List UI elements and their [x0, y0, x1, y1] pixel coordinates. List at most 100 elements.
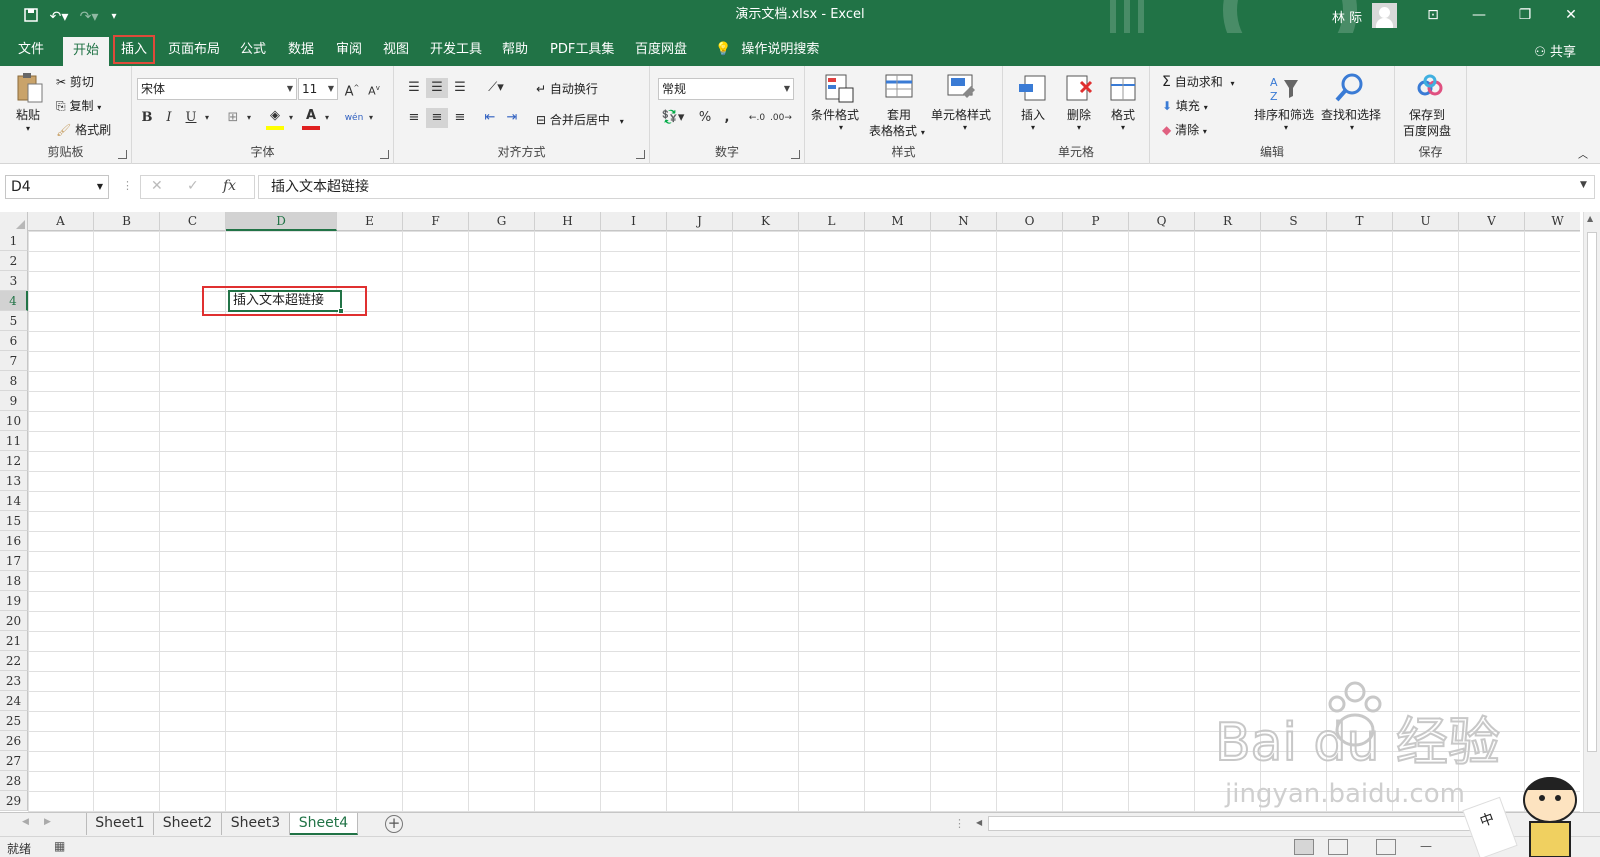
row-header-11[interactable]: 11	[0, 431, 28, 451]
row-header-27[interactable]: 27	[0, 751, 28, 771]
italic-button[interactable]: I	[160, 108, 178, 128]
number-format-select[interactable]: 常规 ▼	[658, 78, 794, 100]
paste-button[interactable]: 粘贴	[16, 106, 40, 123]
decrease-font-icon[interactable]: Av	[364, 78, 384, 102]
orientation-icon[interactable]: ⟋▾	[482, 78, 510, 98]
page-layout-view-icon[interactable]	[1328, 839, 1348, 855]
sheet-tab-1[interactable]: Sheet1	[86, 813, 154, 835]
column-header-w[interactable]: W	[1525, 212, 1580, 231]
sheet-tab-3[interactable]: Sheet3	[222, 813, 290, 835]
row-header-26[interactable]: 26	[0, 731, 28, 751]
sort-filter-dropdown-icon[interactable]: ▾	[1284, 123, 1288, 132]
zoom-out-icon[interactable]: —	[1420, 839, 1432, 853]
alignment-launcher-icon[interactable]	[636, 150, 645, 159]
row-header-4[interactable]: 4	[0, 291, 28, 311]
column-header-q[interactable]: Q	[1129, 212, 1195, 231]
close-icon[interactable]: ✕	[1548, 0, 1594, 33]
normal-view-icon[interactable]	[1294, 839, 1314, 855]
increase-indent-icon[interactable]: ⇥	[502, 108, 522, 128]
row-header-29[interactable]: 29	[0, 791, 28, 811]
row-header-18[interactable]: 18	[0, 571, 28, 591]
column-header-n[interactable]: N	[931, 212, 997, 231]
insert-function-icon[interactable]: fx	[223, 178, 236, 194]
tab-pdf-tools[interactable]: PDF工具集	[540, 33, 624, 66]
column-header-u[interactable]: U	[1393, 212, 1459, 231]
fill-color-dropdown-icon[interactable]: ▾	[286, 108, 296, 128]
sheet-tab-4[interactable]: Sheet4	[290, 813, 358, 835]
column-header-g[interactable]: G	[469, 212, 535, 231]
row-header-25[interactable]: 25	[0, 711, 28, 731]
cut-button[interactable]: ✂ 剪切	[56, 73, 94, 90]
borders-dropdown-icon[interactable]: ▾	[244, 108, 254, 128]
borders-icon[interactable]: ⊞	[224, 108, 242, 128]
row-header-2[interactable]: 2	[0, 251, 28, 271]
column-header-c[interactable]: C	[160, 212, 226, 231]
format-painter-button[interactable]: 🖌 格式刷	[56, 121, 111, 138]
phonetic-icon[interactable]: wén	[342, 108, 366, 128]
column-header-d[interactable]: D	[226, 212, 337, 231]
row-header-20[interactable]: 20	[0, 611, 28, 631]
decrease-indent-icon[interactable]: ⇤	[480, 108, 500, 128]
align-left-icon[interactable]: ≡	[404, 108, 424, 128]
minimize-icon[interactable]: —	[1456, 0, 1502, 33]
cancel-icon[interactable]: ✕	[151, 178, 163, 194]
row-header-1[interactable]: 1	[0, 231, 28, 251]
comma-button[interactable]: ,	[718, 108, 736, 128]
page-break-view-icon[interactable]	[1376, 839, 1396, 855]
cell-area[interactable]	[28, 231, 1580, 812]
row-header-14[interactable]: 14	[0, 491, 28, 511]
enter-icon[interactable]: ✓	[187, 178, 199, 194]
row-header-24[interactable]: 24	[0, 691, 28, 711]
row-header-10[interactable]: 10	[0, 411, 28, 431]
align-top-icon[interactable]: ☰	[404, 78, 424, 98]
row-header-9[interactable]: 9	[0, 391, 28, 411]
formula-bar-splitter-icon[interactable]: ⋮	[122, 179, 133, 192]
add-sheet-icon[interactable]: +	[385, 815, 403, 833]
fill-handle[interactable]	[338, 308, 344, 314]
row-header-16[interactable]: 16	[0, 531, 28, 551]
expand-formula-icon[interactable]: ▼	[1580, 180, 1587, 190]
next-sheet-icon[interactable]: ▶	[44, 817, 51, 827]
decrease-decimal-icon[interactable]: .00→	[770, 108, 792, 128]
increase-decimal-icon[interactable]: ←.0	[746, 108, 768, 128]
align-right-icon[interactable]: ≡	[450, 108, 470, 128]
font-name-select[interactable]: 宋体 ▼	[137, 78, 297, 100]
user-name[interactable]: 林 际	[1332, 7, 1362, 26]
restore-icon[interactable]: ❐	[1502, 0, 1548, 33]
tab-data[interactable]: 数据	[278, 33, 324, 66]
wrap-text-button[interactable]: ↵ 自动换行	[536, 80, 598, 97]
autosum-button[interactable]: Σ 自动求和 ▾	[1162, 73, 1235, 90]
accounting-format-icon[interactable]: 💱▾	[658, 108, 688, 128]
delete-cells-button[interactable]: 删除	[1067, 106, 1091, 123]
row-header-6[interactable]: 6	[0, 331, 28, 351]
increase-font-icon[interactable]: A^	[342, 78, 362, 102]
ribbon-display-icon[interactable]: ⊡	[1410, 0, 1456, 33]
column-header-v[interactable]: V	[1459, 212, 1525, 231]
column-header-j[interactable]: J	[667, 212, 733, 231]
tab-home[interactable]: 开始	[63, 37, 110, 66]
horizontal-scrollbar[interactable]	[988, 816, 1488, 831]
tab-baidu-netdisk[interactable]: 百度网盘	[625, 33, 697, 66]
column-header-r[interactable]: R	[1195, 212, 1261, 231]
vertical-scrollbar[interactable]: ▲	[1583, 212, 1600, 812]
row-header-13[interactable]: 13	[0, 471, 28, 491]
copy-button[interactable]: ⎘ 复制 ▾	[56, 97, 101, 114]
font-color-icon[interactable]: A	[302, 106, 320, 130]
phonetic-dropdown-icon[interactable]: ▾	[366, 108, 376, 128]
fill-button[interactable]: ⬇ 填充 ▾	[1162, 97, 1208, 114]
format-dropdown-icon[interactable]: ▾	[1121, 123, 1125, 132]
column-header-s[interactable]: S	[1261, 212, 1327, 231]
row-header-21[interactable]: 21	[0, 631, 28, 651]
delete-dropdown-icon[interactable]: ▾	[1077, 123, 1081, 132]
column-header-i[interactable]: I	[601, 212, 667, 231]
format-as-table-button[interactable]: 表格格式 ▾	[869, 122, 925, 139]
share-button[interactable]: ⚇ 共享	[1534, 41, 1576, 60]
align-bottom-icon[interactable]: ☰	[450, 78, 470, 98]
column-header-l[interactable]: L	[799, 212, 865, 231]
vertical-scroll-thumb[interactable]	[1587, 232, 1597, 752]
column-header-m[interactable]: M	[865, 212, 931, 231]
clipboard-launcher-icon[interactable]	[118, 150, 127, 159]
row-header-28[interactable]: 28	[0, 771, 28, 791]
align-middle-icon[interactable]: ☰	[426, 78, 448, 98]
conditional-format-button[interactable]: 条件格式	[811, 106, 859, 123]
